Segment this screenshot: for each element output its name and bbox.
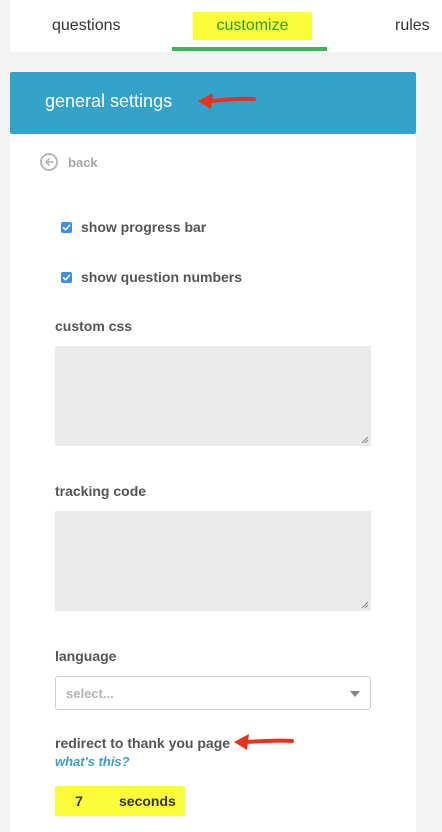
language-select[interactable]: select... <box>55 676 371 710</box>
panel-header: general settings <box>10 72 416 134</box>
page-title: general settings <box>45 91 173 111</box>
custom-css-label: custom css <box>55 318 133 334</box>
tab-bar: questions customize rules <box>10 0 442 52</box>
checkmark-icon <box>62 273 71 281</box>
annotation-arrow-icon <box>198 93 256 109</box>
redirect-seconds-group: 7 seconds <box>55 786 185 816</box>
show-progress-bar-checkbox[interactable] <box>61 221 72 233</box>
seconds-label: seconds <box>119 793 176 809</box>
checkmark-icon <box>62 223 71 231</box>
redirect-seconds-input[interactable]: 7 <box>55 786 103 816</box>
annotation-arrow-icon <box>234 734 294 750</box>
language-select-placeholder: select... <box>66 686 114 701</box>
custom-css-textarea[interactable] <box>55 346 371 446</box>
settings-panel: general settings back show progress bar … <box>10 72 416 832</box>
resize-grip-icon[interactable] <box>361 601 369 609</box>
show-question-numbers-row[interactable]: show question numbers <box>61 269 242 285</box>
back-label: back <box>68 154 98 170</box>
active-tab-indicator <box>172 47 327 51</box>
chevron-down-icon <box>350 691 360 697</box>
tab-customize[interactable]: customize <box>193 12 312 40</box>
show-progress-bar-label: show progress bar <box>81 219 207 235</box>
tab-questions[interactable]: questions <box>52 12 121 40</box>
show-progress-bar-row[interactable]: show progress bar <box>61 219 206 235</box>
show-question-numbers-label: show question numbers <box>81 269 243 285</box>
back-button[interactable]: back <box>40 151 98 173</box>
whats-this-link[interactable]: what's this? <box>55 754 130 769</box>
show-question-numbers-checkbox[interactable] <box>61 271 72 283</box>
resize-grip-icon[interactable] <box>361 436 369 444</box>
tracking-code-textarea[interactable] <box>55 511 371 611</box>
back-arrow-icon <box>40 153 58 171</box>
language-label: language <box>55 648 117 664</box>
redirect-label: redirect to thank you page <box>55 735 231 751</box>
tab-rules[interactable]: rules <box>395 12 430 40</box>
tracking-code-label: tracking code <box>55 483 147 499</box>
